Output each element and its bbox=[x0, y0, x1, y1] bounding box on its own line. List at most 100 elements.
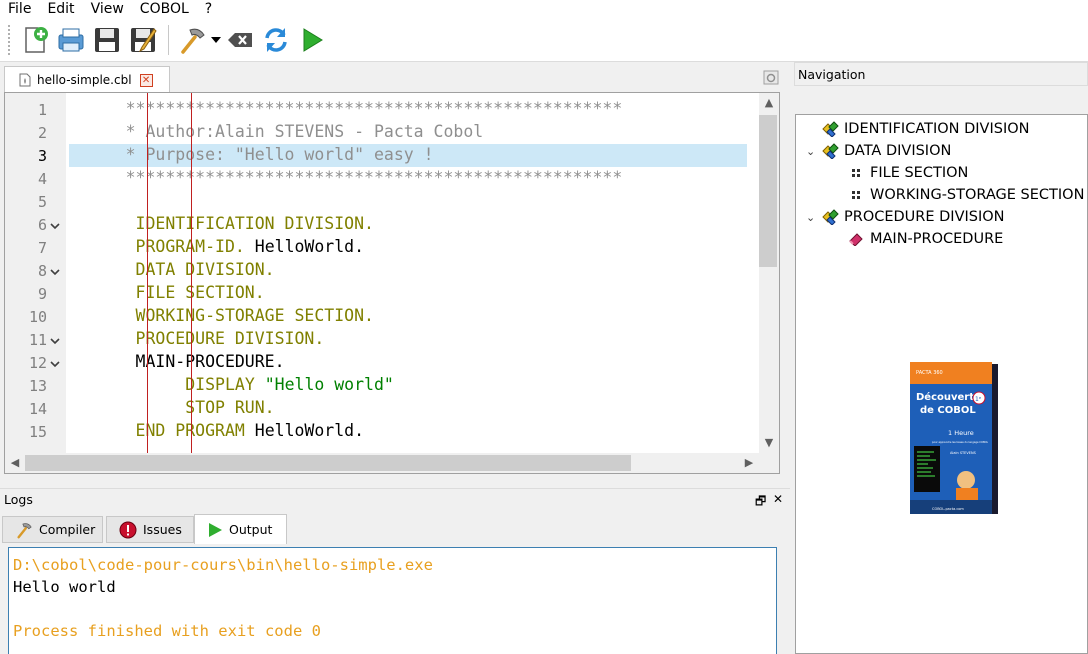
print-button[interactable] bbox=[54, 23, 88, 57]
menu-edit[interactable]: Edit bbox=[39, 0, 82, 18]
horizontal-scroll-thumb[interactable] bbox=[25, 455, 631, 471]
tree-item[interactable]: FILE SECTION bbox=[836, 162, 968, 184]
menu-file[interactable]: File bbox=[0, 0, 39, 18]
line-number: 14 bbox=[28, 400, 47, 418]
fold-chevron-icon[interactable] bbox=[49, 220, 61, 232]
code-area[interactable]: ****************************************… bbox=[66, 93, 747, 453]
tab-output[interactable]: Output bbox=[194, 514, 287, 544]
section-icon bbox=[846, 186, 866, 204]
code-line: PROGRAM-ID. HelloWorld. bbox=[136, 237, 365, 256]
scroll-down-icon[interactable]: ▼ bbox=[759, 433, 779, 453]
navigation-tree[interactable]: PACTA 360 Découverte de COBOL 1ᵉ 1 Heure… bbox=[795, 114, 1088, 654]
tree-item[interactable]: IDENTIFICATION DIVISION bbox=[806, 118, 1030, 140]
line-number: 15 bbox=[28, 423, 47, 441]
logs-tabs: Compiler Issues Output bbox=[0, 512, 790, 544]
cobol-file-icon bbox=[19, 73, 31, 87]
toolbar bbox=[0, 18, 1088, 62]
scroll-up-icon[interactable]: ▲ bbox=[759, 93, 779, 113]
book-title-line2: de COBOL bbox=[920, 405, 976, 416]
line-number: 5 bbox=[37, 193, 47, 211]
editor-tab-label: hello-simple.cbl bbox=[37, 73, 132, 87]
close-panel-icon[interactable]: ✕ bbox=[773, 492, 783, 506]
horizontal-scrollbar[interactable]: ◀ ▶ bbox=[5, 453, 779, 473]
tree-item-label: DATA DIVISION bbox=[844, 143, 952, 159]
book-subtitle: pour apprendre les bases du langage COBO… bbox=[932, 440, 989, 444]
build-button[interactable] bbox=[175, 23, 209, 57]
scroll-right-icon[interactable]: ▶ bbox=[739, 453, 759, 473]
left-margin-guide bbox=[147, 93, 148, 453]
vertical-scroll-thumb[interactable] bbox=[759, 115, 777, 267]
float-panel-icon[interactable]: 🗗 bbox=[755, 492, 766, 513]
editor-tab-hello-simple[interactable]: hello-simple.cbl ✕ bbox=[4, 66, 170, 93]
print-icon bbox=[58, 28, 84, 51]
fold-chevron-icon[interactable] bbox=[49, 358, 61, 370]
line-number: 13 bbox=[28, 377, 47, 395]
close-tab-button[interactable]: ✕ bbox=[139, 73, 153, 87]
division-icon bbox=[820, 208, 840, 226]
book-brand: PACTA 360 bbox=[916, 370, 943, 376]
new-file-button[interactable] bbox=[18, 23, 52, 57]
tab-compiler-label: Compiler bbox=[39, 522, 96, 537]
scroll-left-icon[interactable]: ◀ bbox=[5, 453, 25, 473]
expand-chevron-icon[interactable]: ⌄ bbox=[806, 211, 820, 224]
line-number: 11 bbox=[28, 331, 47, 349]
tree-item[interactable]: MAIN-PROCEDURE bbox=[836, 228, 1003, 250]
fold-chevron-icon[interactable] bbox=[49, 335, 61, 347]
menu-cobol[interactable]: COBOL bbox=[132, 0, 197, 18]
output-line: Process finished with exit code 0 bbox=[13, 622, 321, 640]
line-number: 4 bbox=[37, 170, 47, 188]
tree-item[interactable]: ⌄ PROCEDURE DIVISION bbox=[806, 206, 1005, 228]
code-line: ****************************************… bbox=[66, 168, 623, 187]
menu-view[interactable]: View bbox=[83, 0, 132, 18]
new-file-icon bbox=[25, 26, 48, 53]
line-number-gutter: 1 2 3 4 5 6 7 8 9 10 11 12 13 14 15 bbox=[5, 93, 66, 453]
logs-panel-header: Logs 🗗 ✕ bbox=[0, 488, 790, 510]
tab-issues[interactable]: Issues bbox=[106, 516, 194, 543]
fold-chevron-icon[interactable] bbox=[49, 266, 61, 278]
book-badge: 1ᵉ bbox=[975, 396, 982, 403]
save-as-button[interactable] bbox=[126, 23, 160, 57]
code-line: END PROGRAM HelloWorld. bbox=[135, 421, 365, 440]
line-number: 2 bbox=[37, 124, 47, 142]
output-console[interactable]: D:\cobol\code-pour-cours\bin\hello-simpl… bbox=[8, 547, 777, 654]
line-number: 10 bbox=[28, 308, 47, 326]
save-button[interactable] bbox=[90, 23, 124, 57]
build-dropdown-button[interactable] bbox=[211, 23, 223, 57]
logs-title: Logs bbox=[4, 492, 33, 507]
dropdown-icon bbox=[211, 36, 221, 43]
editor-tab-bar: hello-simple.cbl ✕ bbox=[0, 62, 790, 93]
line-number: 1 bbox=[37, 101, 47, 119]
run-button[interactable] bbox=[295, 23, 329, 57]
refresh-button[interactable] bbox=[259, 23, 293, 57]
line-number: 9 bbox=[37, 285, 47, 303]
tree-item-label: MAIN-PROCEDURE bbox=[870, 231, 1004, 247]
vertical-scrollbar[interactable]: ▲ ▼ bbox=[747, 93, 779, 453]
tab-compiler[interactable]: Compiler bbox=[2, 516, 103, 543]
line-number: 7 bbox=[37, 239, 47, 257]
menu-help[interactable]: ? bbox=[197, 0, 220, 18]
tree-item-label: FILE SECTION bbox=[870, 165, 969, 181]
tree-item[interactable]: ⌄ DATA DIVISION bbox=[806, 140, 951, 162]
build-icon bbox=[181, 28, 205, 54]
tree-item[interactable]: WORKING-STORAGE SECTION bbox=[836, 184, 1084, 206]
expand-chevron-icon[interactable]: ⌄ bbox=[806, 145, 820, 158]
run-icon bbox=[303, 27, 323, 52]
tab-issues-label: Issues bbox=[143, 522, 182, 537]
clear-icon bbox=[228, 32, 252, 47]
compiler-icon bbox=[17, 522, 32, 538]
book-duration: 1 Heure bbox=[948, 429, 974, 437]
section-icon bbox=[846, 164, 866, 182]
toolbar-grip[interactable] bbox=[8, 24, 12, 55]
division-icon bbox=[820, 120, 840, 138]
tab-output-label: Output bbox=[229, 522, 273, 537]
issues-icon bbox=[119, 521, 137, 538]
toolbar-separator bbox=[168, 24, 169, 55]
tab-options-icon[interactable] bbox=[762, 68, 780, 86]
book-footer: COBOL-pacta.com bbox=[932, 507, 964, 511]
code-line: WORKING-STORAGE SECTION. bbox=[66, 306, 374, 325]
code-editor[interactable]: 1 2 3 4 5 6 7 8 9 10 11 12 13 14 15 ******************… bbox=[4, 92, 780, 474]
clear-button[interactable] bbox=[223, 23, 257, 57]
output-icon bbox=[209, 522, 222, 537]
code-line: MAIN-PROCEDURE. bbox=[66, 352, 285, 371]
division-icon bbox=[820, 142, 840, 160]
